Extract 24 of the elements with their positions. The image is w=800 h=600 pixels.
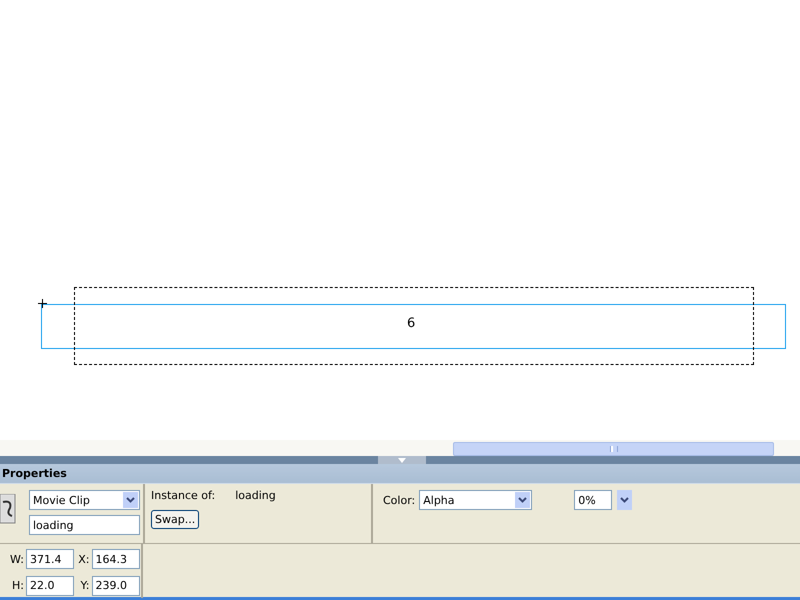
color-label: Color: — [383, 494, 416, 507]
collapse-toggle[interactable] — [378, 456, 426, 464]
caret-icon — [126, 497, 135, 503]
panel-title: Properties — [2, 467, 67, 480]
symbol-type-dropdown[interactable]: Movie Clip — [29, 490, 140, 510]
alpha-field[interactable]: 0% — [574, 490, 612, 510]
stage-text: 6 — [407, 316, 416, 331]
dimension-field[interactable]: 164.3 — [92, 549, 140, 570]
dimension-field[interactable]: 371.4 — [26, 549, 74, 570]
instance-name-field[interactable]: loading — [29, 515, 140, 535]
swap-button[interactable]: Swap... — [151, 510, 200, 529]
instance-of-value: loading — [235, 489, 276, 502]
dimension-field[interactable]: 239.0 — [92, 576, 140, 596]
registration-cross-icon — [38, 299, 47, 308]
dimension-field[interactable]: 22.0 — [26, 576, 74, 596]
movie-clip-icon — [0, 494, 16, 524]
dimension-label: Y: — [80, 579, 90, 592]
dimension-label: W: — [10, 552, 24, 566]
dimension-label: X: — [77, 552, 90, 566]
scrollbar-thumb[interactable] — [453, 442, 774, 456]
color-mode-dropdown[interactable]: Alpha — [419, 490, 532, 510]
dimension-label: H: — [11, 579, 24, 592]
caret-icon — [518, 497, 528, 503]
instance-of-label: Instance of: — [151, 489, 216, 502]
